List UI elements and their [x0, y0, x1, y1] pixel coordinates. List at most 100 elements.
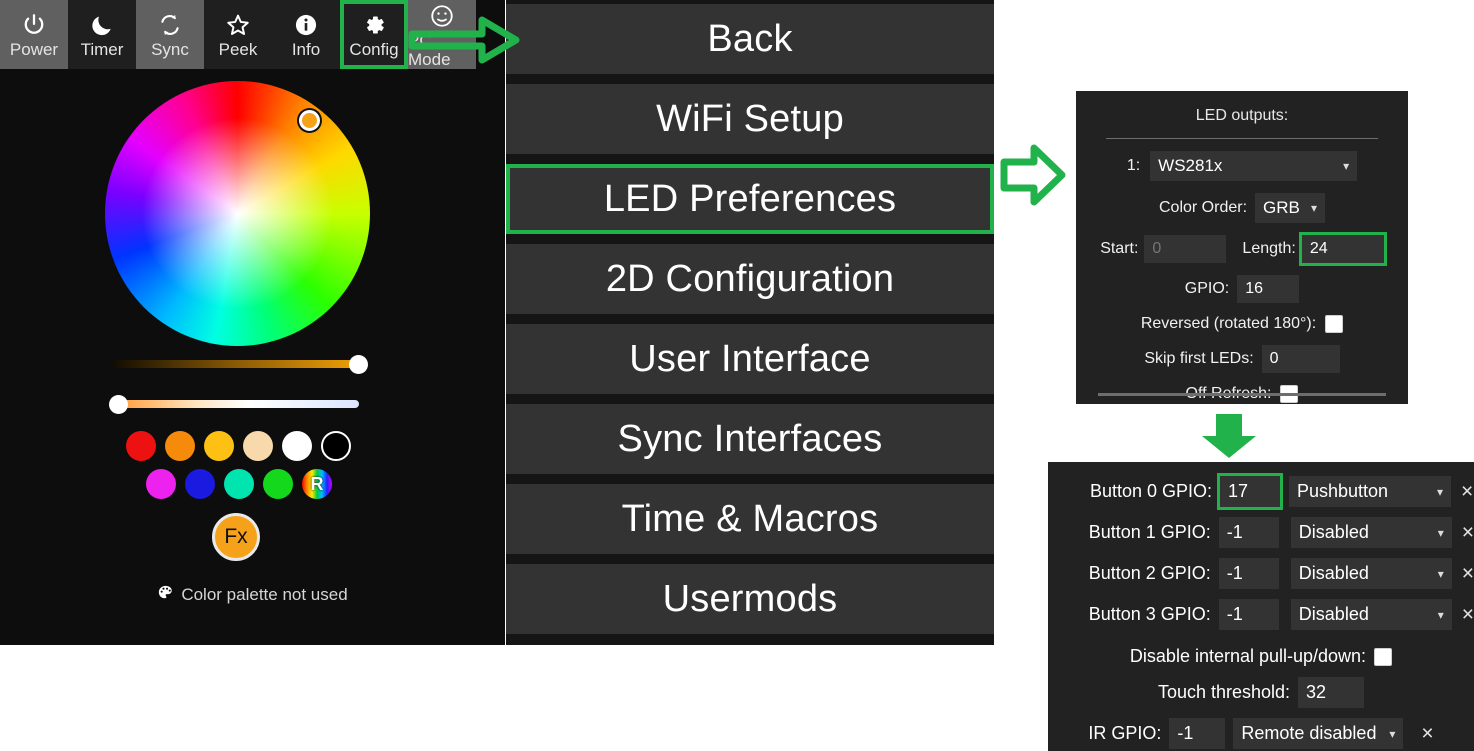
menu-item-led-preferences[interactable]: LED Preferences	[506, 164, 994, 234]
color-wheel-marker[interactable]	[299, 110, 320, 131]
skip-first-leds-label: Skip first LEDs:	[1144, 350, 1254, 367]
button-0-gpio-input[interactable]	[1220, 476, 1280, 507]
pullup-checkbox[interactable]	[1374, 647, 1393, 666]
pullup-label: Disable internal pull-up/down:	[1129, 646, 1367, 666]
led-type-row: 1: WS281x ▾	[1076, 151, 1408, 181]
swatch-white[interactable]	[282, 431, 312, 461]
toolbar-item-peek[interactable]: Peek	[204, 0, 272, 69]
chevron-down-icon: ▾	[1437, 566, 1444, 581]
moon-icon	[89, 10, 115, 38]
button-0-mode-value: Pushbutton	[1297, 481, 1389, 501]
chevron-down-icon: ▾	[1437, 607, 1444, 622]
button-1-gpio-input[interactable]	[1218, 517, 1279, 548]
swatch-teal[interactable]	[224, 469, 254, 499]
button-2-mode-value: Disabled	[1298, 563, 1369, 583]
menu-item-user-interface[interactable]: User Interface	[506, 324, 994, 394]
reversed-row: Reversed (rotated 180°):	[1076, 315, 1408, 333]
touch-threshold-input[interactable]	[1298, 677, 1365, 708]
swatch-blue[interactable]	[185, 469, 215, 499]
toolbar-label-config: Config	[349, 40, 399, 59]
menu-label-2d-configuration: 2D Configuration	[605, 257, 895, 300]
gpio-label: GPIO:	[1184, 280, 1230, 297]
led-type-select[interactable]: WS281x ▾	[1150, 151, 1358, 181]
toolbar-item-sync[interactable]: Sync	[136, 0, 204, 69]
button-3-remove-icon[interactable]: ×	[1462, 604, 1474, 625]
palette-icon	[157, 584, 174, 606]
ir-gpio-input[interactable]	[1169, 718, 1226, 749]
menu-label-user-interface: User Interface	[629, 337, 871, 380]
length-highlight	[1298, 232, 1387, 266]
power-icon	[21, 10, 47, 38]
menu-item-wifi-setup[interactable]: WiFi Setup	[506, 84, 994, 154]
toolbar-item-config[interactable]: Config	[340, 0, 408, 69]
menu-item-sync-interfaces[interactable]: Sync Interfaces	[506, 404, 994, 474]
gpio-input[interactable]	[1237, 275, 1300, 303]
length-label: Length:	[1242, 240, 1296, 257]
swatch-random[interactable]: R	[302, 469, 332, 499]
menu-label-time-macros: Time & Macros	[621, 497, 879, 540]
color-order-row: Color Order: GRB ▾	[1076, 193, 1408, 223]
annotation-arrow-to-led-panel	[998, 142, 1070, 208]
star-icon	[225, 10, 251, 38]
swatch-peach[interactable]	[243, 431, 273, 461]
ir-mode-select[interactable]: Remote disabled ▾	[1233, 718, 1404, 749]
button-2-remove-icon[interactable]: ×	[1462, 563, 1474, 584]
led-panel-divider	[1106, 138, 1378, 139]
toolbar-item-power[interactable]: Power	[0, 0, 68, 69]
button-0-mode-select[interactable]: Pushbutton ▾	[1289, 476, 1451, 507]
color-temperature-slider[interactable]	[113, 400, 359, 408]
color-temperature-slider-knob[interactable]	[109, 395, 128, 414]
button-2-mode-select[interactable]: Disabled ▾	[1290, 558, 1452, 589]
button-2-gpio-input[interactable]	[1218, 558, 1279, 589]
button-3-mode-select[interactable]: Disabled ▾	[1290, 599, 1452, 630]
effects-button[interactable]: Fx	[212, 513, 260, 561]
length-input[interactable]	[1301, 235, 1384, 263]
led-outputs-title: LED outputs:	[1195, 107, 1289, 124]
color-order-label: Color Order:	[1158, 199, 1248, 216]
reversed-checkbox[interactable]	[1325, 315, 1344, 333]
button-row-1: Button 1 GPIO: Disabled ▾ ×	[1048, 517, 1474, 548]
menu-item-back[interactable]: Back	[506, 4, 994, 74]
menu-item-2d-configuration[interactable]: 2D Configuration	[506, 244, 994, 314]
start-input[interactable]	[1144, 235, 1227, 263]
skip-first-leds-row: Skip first LEDs:	[1076, 345, 1408, 373]
button-3-gpio-input[interactable]	[1218, 599, 1279, 630]
ir-gpio-label: IR GPIO:	[1088, 723, 1162, 743]
toolbar-label-power: Power	[9, 40, 59, 59]
ir-mode-value: Remote disabled	[1241, 723, 1377, 743]
quick-color-row-2: R	[146, 469, 332, 499]
chevron-down-icon: ▾	[1389, 726, 1396, 741]
button-1-label: Button 1 GPIO:	[1088, 522, 1211, 542]
swatch-magenta[interactable]	[146, 469, 176, 499]
brightness-slider-knob[interactable]	[349, 355, 368, 374]
color-order-select[interactable]: GRB ▾	[1255, 193, 1326, 223]
swatch-red[interactable]	[126, 431, 156, 461]
swatch-black[interactable]	[321, 431, 351, 461]
chevron-down-icon: ▾	[1436, 484, 1443, 499]
menu-item-usermods[interactable]: Usermods	[506, 564, 994, 634]
menu-label-sync-interfaces: Sync Interfaces	[617, 417, 883, 460]
button-1-mode-select[interactable]: Disabled ▾	[1290, 517, 1452, 548]
toolbar-item-info[interactable]: Info	[272, 0, 340, 69]
toolbar-item-timer[interactable]: Timer	[68, 0, 136, 69]
button-1-remove-icon[interactable]: ×	[1462, 522, 1474, 543]
menu-label-led-preferences: LED Preferences	[603, 177, 897, 220]
menu-label-wifi-setup: WiFi Setup	[656, 97, 844, 140]
ir-remove-icon[interactable]: ×	[1421, 723, 1433, 744]
color-wheel-gradient[interactable]	[105, 81, 370, 346]
swatch-amber[interactable]	[204, 431, 234, 461]
button-0-remove-icon[interactable]: ×	[1461, 481, 1473, 502]
palette-status-text: Color palette not used	[181, 585, 348, 604]
swatch-orange[interactable]	[165, 431, 195, 461]
swatch-green[interactable]	[263, 469, 293, 499]
reversed-label: Reversed (rotated 180°):	[1140, 315, 1317, 332]
toolbar-label-peek: Peek	[218, 40, 258, 59]
annotation-arrow-toolbar	[404, 14, 522, 66]
skip-first-leds-input[interactable]	[1261, 345, 1340, 373]
color-wheel[interactable]	[105, 81, 370, 346]
menu-item-time-macros[interactable]: Time & Macros	[506, 484, 994, 554]
palette-status: Color palette not used	[0, 584, 505, 606]
button-config-panel: Button 0 GPIO: Pushbutton ▾ × Button 1 G…	[1048, 462, 1474, 751]
brightness-slider[interactable]	[113, 360, 359, 368]
menu-label-back: Back	[707, 17, 793, 60]
